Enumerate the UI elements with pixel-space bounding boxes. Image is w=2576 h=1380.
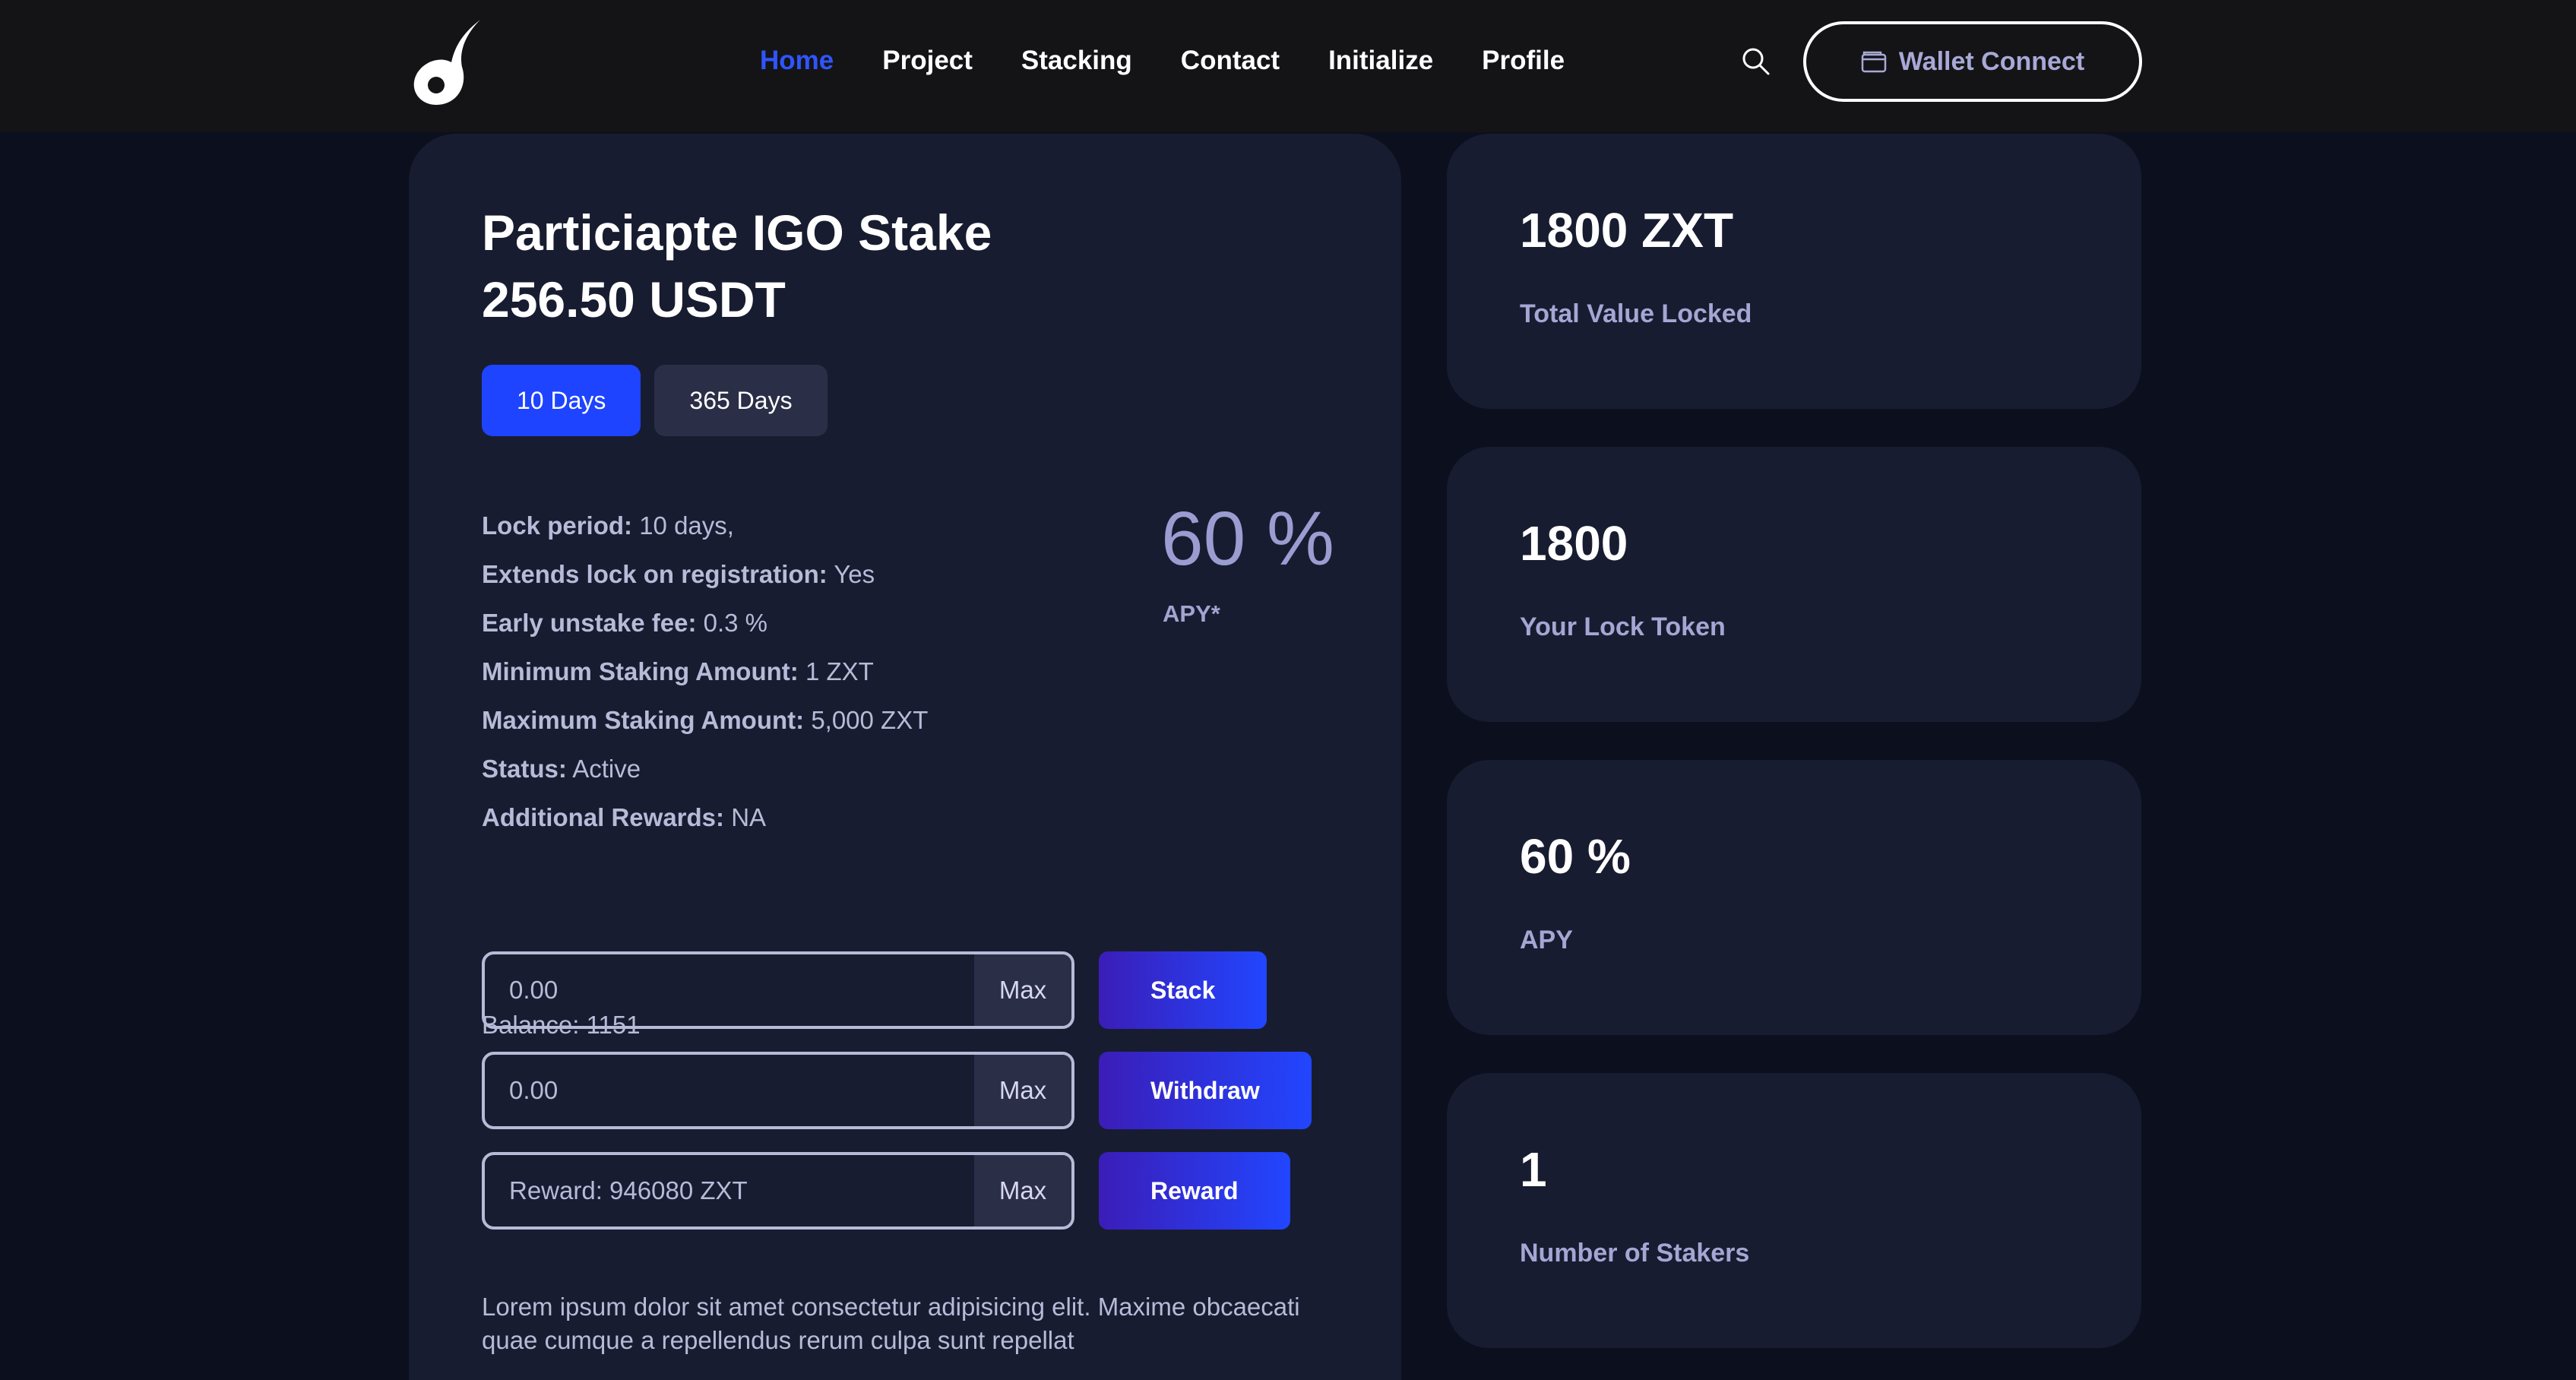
lock-period-tabs: 10 Days 365 Days	[482, 365, 828, 436]
withdraw-field: Max	[482, 1052, 1074, 1129]
search-icon[interactable]	[1740, 46, 1771, 76]
top-navbar: Home Project Stacking Contact Initialize…	[0, 0, 2576, 132]
stat-card-apy: 60 % APY	[1447, 760, 2141, 1035]
withdraw-max-button[interactable]: Max	[974, 1055, 1071, 1126]
flame-logo-icon[interactable]	[407, 18, 483, 106]
main-nav: Home Project Stacking Contact Initialize…	[760, 40, 1565, 82]
stake-title-line1: Particiapte IGO Stake	[482, 204, 992, 261]
nav-profile[interactable]: Profile	[1482, 46, 1565, 76]
detail-additional-rewards: Additional Rewards: NA	[482, 803, 767, 831]
stat-value: 1800 ZXT	[1520, 203, 1734, 258]
reward-row: Max Reward	[482, 1152, 1290, 1230]
stat-value: 60 %	[1520, 829, 1631, 884]
stack-button[interactable]: Stack	[1099, 951, 1267, 1029]
reward-button[interactable]: Reward	[1099, 1152, 1290, 1230]
stake-details: Lock period: 10 days, Extends lock on re…	[482, 502, 928, 842]
nav-contact[interactable]: Contact	[1181, 46, 1280, 76]
withdraw-amount-input[interactable]	[485, 1055, 974, 1126]
apy-label: APY*	[1163, 600, 1220, 627]
detail-status: Status: Active	[482, 755, 641, 783]
nav-initialize[interactable]: Initialize	[1328, 46, 1433, 76]
stat-label: Total Value Locked	[1520, 299, 1752, 328]
reward-field: Max	[482, 1152, 1074, 1230]
detail-maximum-staking: Maximum Staking Amount: 5,000 ZXT	[482, 706, 929, 734]
stat-label: Number of Stakers	[1520, 1239, 1750, 1268]
detail-extends-lock: Extends lock on registration: Yes	[482, 560, 875, 588]
reward-amount-input[interactable]	[485, 1155, 974, 1226]
wallet-connect-button[interactable]: Wallet Connect	[1803, 21, 2142, 102]
stat-label: APY	[1520, 926, 1573, 954]
stat-value: 1800	[1520, 516, 1628, 571]
stat-value: 1	[1520, 1142, 1547, 1197]
stack-field: Max	[482, 951, 1074, 1029]
stake-card: Particiapte IGO Stake 256.50 USDT 10 Day…	[409, 134, 1401, 1380]
nav-stacking[interactable]: Stacking	[1021, 46, 1132, 76]
stat-card-your-lock-token: 1800 Your Lock Token	[1447, 447, 2141, 722]
apy-value: 60 %	[1161, 496, 1334, 581]
stat-label: Your Lock Token	[1520, 612, 1726, 641]
wallet-icon	[1861, 51, 1887, 73]
detail-lock-period: Lock period: 10 days,	[482, 511, 734, 540]
stat-card-number-of-stakers: 1 Number of Stakers	[1447, 1073, 2141, 1348]
stack-row: Max Stack	[482, 951, 1267, 1029]
withdraw-row: Max Withdraw	[482, 1052, 1312, 1129]
withdraw-button[interactable]: Withdraw	[1099, 1052, 1312, 1129]
stake-title-line2: 256.50 USDT	[482, 271, 786, 328]
stack-amount-input[interactable]	[485, 954, 974, 1026]
stat-card-total-value-locked: 1800 ZXT Total Value Locked	[1447, 134, 2141, 409]
detail-minimum-staking: Minimum Staking Amount: 1 ZXT	[482, 657, 874, 685]
tab-365-days[interactable]: 365 Days	[654, 365, 828, 436]
reward-max-button[interactable]: Max	[974, 1155, 1071, 1226]
stack-max-button[interactable]: Max	[974, 954, 1071, 1026]
nav-home[interactable]: Home	[760, 46, 834, 76]
tab-10-days[interactable]: 10 Days	[482, 365, 641, 436]
stake-description: Lorem ipsum dolor sit amet consectetur a…	[482, 1293, 1300, 1354]
detail-early-unstake-fee: Early unstake fee: 0.3 %	[482, 609, 768, 637]
wallet-connect-label: Wallet Connect	[1898, 46, 2085, 76]
nav-project[interactable]: Project	[882, 46, 973, 76]
stake-title: Particiapte IGO Stake 256.50 USDT	[482, 199, 992, 333]
